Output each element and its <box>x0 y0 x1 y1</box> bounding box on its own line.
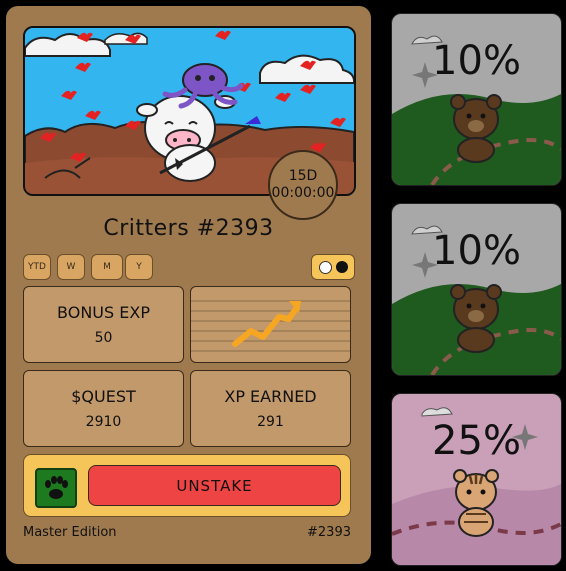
trend-up-icon <box>191 300 350 352</box>
period-w-button[interactable]: W <box>57 254 85 280</box>
bonus-exp-value: 50 <box>94 330 113 346</box>
side-card-2[interactable]: 10% <box>391 203 562 376</box>
timer-days: 15D <box>288 168 318 184</box>
side-card-3[interactable]: 25% <box>391 393 562 566</box>
critter-card: 15D 00:00:00 Critters #2393 YTD W M Y BO… <box>6 6 371 564</box>
stake-timer: 15D 00:00:00 <box>268 150 338 220</box>
dark-dot-icon <box>336 261 348 273</box>
period-ytd-button[interactable]: YTD <box>23 254 51 280</box>
xp-earned-value: 291 <box>257 414 284 430</box>
side-card-2-percent: 10% <box>432 228 521 274</box>
bonus-exp-label: BONUS EXP <box>57 303 150 322</box>
action-bar: UNSTAKE <box>23 454 351 517</box>
period-y-button[interactable]: Y <box>125 254 153 280</box>
side-card-1-percent: 10% <box>432 38 521 84</box>
trend-panel <box>190 286 351 363</box>
period-m-button[interactable]: M <box>91 254 123 280</box>
paw-stamp-icon[interactable] <box>35 468 77 508</box>
xp-earned-panel: XP EARNED 291 <box>190 370 351 447</box>
card-number: #2393 <box>307 525 351 540</box>
unstake-button[interactable]: UNSTAKE <box>88 465 341 506</box>
theme-toggle[interactable] <box>311 254 355 280</box>
quest-value: 2910 <box>85 414 122 430</box>
critter-name: Critters #2393 <box>103 216 274 241</box>
quest-panel: $QUEST 2910 <box>23 370 184 447</box>
edition-label: Master Edition <box>23 525 117 540</box>
bonus-exp-panel: BONUS EXP 50 <box>23 286 184 363</box>
light-dot-icon <box>319 261 332 274</box>
side-card-3-percent: 25% <box>432 418 521 464</box>
timer-clock: 00:00:00 <box>271 185 335 201</box>
xp-earned-label: XP EARNED <box>224 387 317 406</box>
side-card-1[interactable]: 10% <box>391 13 562 186</box>
quest-label: $QUEST <box>71 387 136 406</box>
